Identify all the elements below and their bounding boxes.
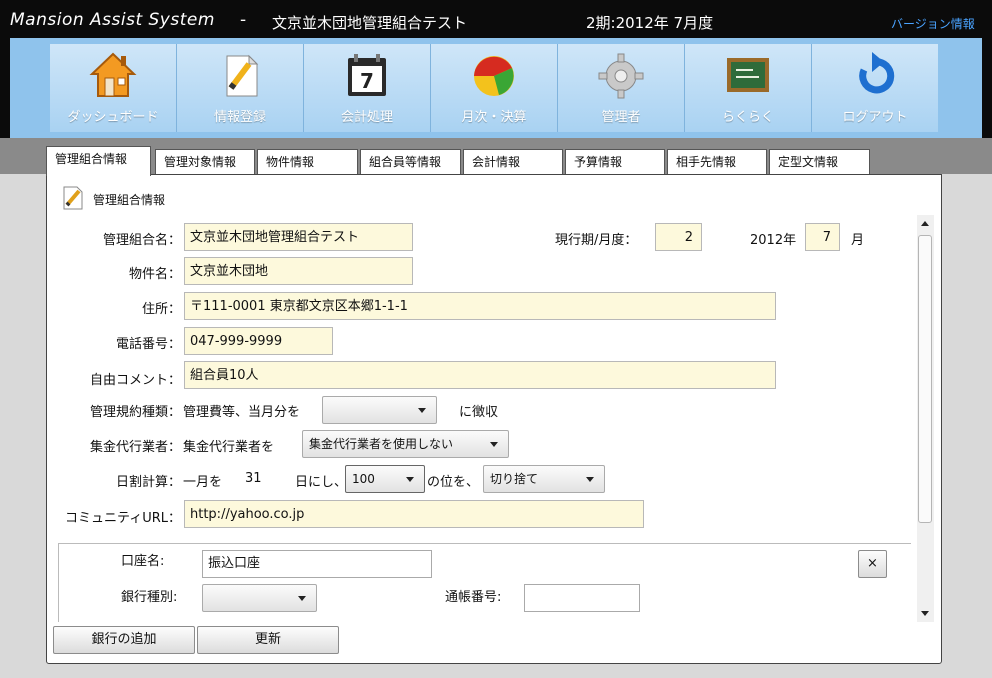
daily-text-3: の位を、: [427, 475, 480, 490]
daily-method-value: 切り捨て: [490, 472, 539, 486]
url-field[interactable]: http://yahoo.co.jp: [184, 500, 644, 528]
bylaw-label: 管理規約種類：: [89, 405, 181, 420]
account-name-field[interactable]: 振込口座: [202, 550, 432, 578]
toolbar-label: 管理者: [601, 110, 641, 125]
current-period-field[interactable]: 2: [655, 223, 702, 251]
title-bar: Mansion Assist System - 文京並木団地管理組合テスト 2期…: [0, 0, 992, 40]
chevron-down-icon: [586, 477, 594, 482]
tab-member-info[interactable]: 組合員等情報: [360, 149, 461, 174]
daily-days: 31: [245, 471, 262, 486]
org-name-label: 管理組合名：: [102, 233, 181, 248]
org-info-panel: 管理組合情報 管理組合名： 文京並木団地管理組合テスト 現行期/月度： 2 20…: [46, 174, 942, 664]
toolbar-label: らくらく: [721, 110, 774, 125]
info-register-button[interactable]: 情報登録: [177, 44, 304, 132]
accounting-button[interactable]: 7 会計処理: [304, 44, 431, 132]
bank-section: 口座名: 振込口座 銀行種別: 通帳番号: ×: [58, 543, 911, 622]
bylaw-suffix: に徴収: [459, 405, 499, 420]
logout-button[interactable]: ログアウト: [812, 44, 938, 132]
tab-managed-info[interactable]: 管理対象情報: [155, 149, 255, 174]
url-label: コミュニティURL：: [64, 511, 181, 526]
monthly-settlement-button[interactable]: 月次・決算: [431, 44, 558, 132]
app-name: Mansion Assist System: [10, 10, 215, 30]
vertical-scrollbar[interactable]: [917, 215, 934, 622]
tab-accounting-info[interactable]: 会計情報: [463, 149, 563, 174]
collector-text: 集金代行業者を: [183, 440, 275, 455]
tab-org-info[interactable]: 管理組合情報: [46, 146, 151, 176]
tab-partner-info[interactable]: 相手先情報: [667, 149, 767, 174]
phone-label: 電話番号：: [115, 337, 181, 352]
toolbar-label: 情報登録: [213, 110, 266, 125]
daily-method-select[interactable]: 切り捨て: [483, 465, 605, 493]
add-bank-button[interactable]: 銀行の追加: [53, 626, 195, 654]
address-label: 住所：: [141, 302, 181, 317]
toolbar-label: ログアウト: [842, 110, 908, 125]
dashboard-button[interactable]: ダッシュボード: [50, 44, 177, 132]
year-label: 2012年: [750, 233, 797, 248]
panel-header: 管理組合情報: [93, 193, 166, 207]
admin-button[interactable]: 管理者: [558, 44, 685, 132]
bank-type-select[interactable]: [202, 584, 317, 612]
update-button[interactable]: 更新: [197, 626, 339, 654]
chevron-down-icon: [406, 477, 414, 482]
daily-label: 日割計算：: [115, 475, 181, 490]
calendar-icon: 7: [348, 54, 386, 96]
daily-round-select[interactable]: 100: [345, 465, 425, 493]
period-title: 2期:2012年 7月度: [586, 14, 714, 32]
org-title: 文京並木団地管理組合テスト: [272, 14, 468, 32]
title-separator: -: [240, 10, 247, 30]
collector-label: 集金代行業者：: [89, 440, 181, 455]
collector-select[interactable]: 集金代行業者を使用しない: [302, 430, 509, 458]
home-icon: [89, 52, 137, 97]
chevron-down-icon: [418, 408, 426, 413]
property-label: 物件名：: [128, 267, 181, 282]
chevron-down-icon: [298, 596, 306, 601]
version-info-link[interactable]: バージョン情報: [891, 15, 975, 32]
daily-text-2: 日にし、: [295, 475, 348, 490]
passbook-label: 通帳番号:: [445, 590, 502, 605]
comment-label: 自由コメント：: [89, 373, 181, 388]
month-label: 月: [851, 233, 865, 248]
gear-icon: [598, 53, 644, 99]
passbook-field[interactable]: [524, 584, 640, 612]
property-field[interactable]: 文京並木団地: [184, 257, 413, 285]
tab-template-info[interactable]: 定型文情報: [769, 149, 870, 174]
phone-field[interactable]: 047-999-9999: [184, 327, 333, 355]
current-period-label: 現行期/月度：: [555, 233, 638, 248]
bylaw-select[interactable]: [322, 396, 437, 424]
edit-document-icon: [63, 186, 83, 210]
main-toolbar: ダッシュボード 情報登録 7 会計処理 月次・決算 管理者 らくらく ログアウト: [10, 38, 982, 138]
svg-text:7: 7: [360, 69, 374, 93]
logout-arrow-icon: [859, 52, 895, 94]
daily-text-1: 一月を: [183, 475, 223, 490]
scroll-down-arrow-icon[interactable]: [921, 611, 929, 616]
chevron-down-icon: [490, 442, 498, 447]
bylaw-text: 管理費等、当月分を: [183, 405, 301, 420]
tab-budget-info[interactable]: 予算情報: [565, 149, 665, 174]
pie-chart-icon: [474, 56, 514, 96]
toolbar-label: 会計処理: [340, 110, 393, 125]
toolbar-label: ダッシュボード: [67, 110, 159, 125]
comment-field[interactable]: 組合員10人: [184, 361, 776, 389]
collector-select-value: 集金代行業者を使用しない: [309, 437, 454, 451]
org-name-field[interactable]: 文京並木団地管理組合テスト: [184, 223, 413, 251]
pencil-document-icon: [226, 54, 259, 97]
tab-property-info[interactable]: 物件情報: [257, 149, 358, 174]
address-field[interactable]: 〒111-0001 東京都文京区本郷1-1-1: [184, 292, 776, 320]
bank-type-label: 銀行種別:: [121, 590, 178, 605]
month-field[interactable]: 7: [805, 223, 840, 251]
easy-button[interactable]: らくらく: [685, 44, 812, 132]
scroll-up-arrow-icon[interactable]: [921, 221, 929, 226]
daily-round-value: 100: [352, 472, 375, 486]
toolbar-label: 月次・決算: [461, 110, 527, 125]
account-name-label: 口座名:: [121, 554, 165, 569]
blackboard-icon: [727, 58, 769, 92]
scroll-thumb[interactable]: [918, 235, 932, 523]
remove-bank-button[interactable]: ×: [858, 550, 887, 578]
